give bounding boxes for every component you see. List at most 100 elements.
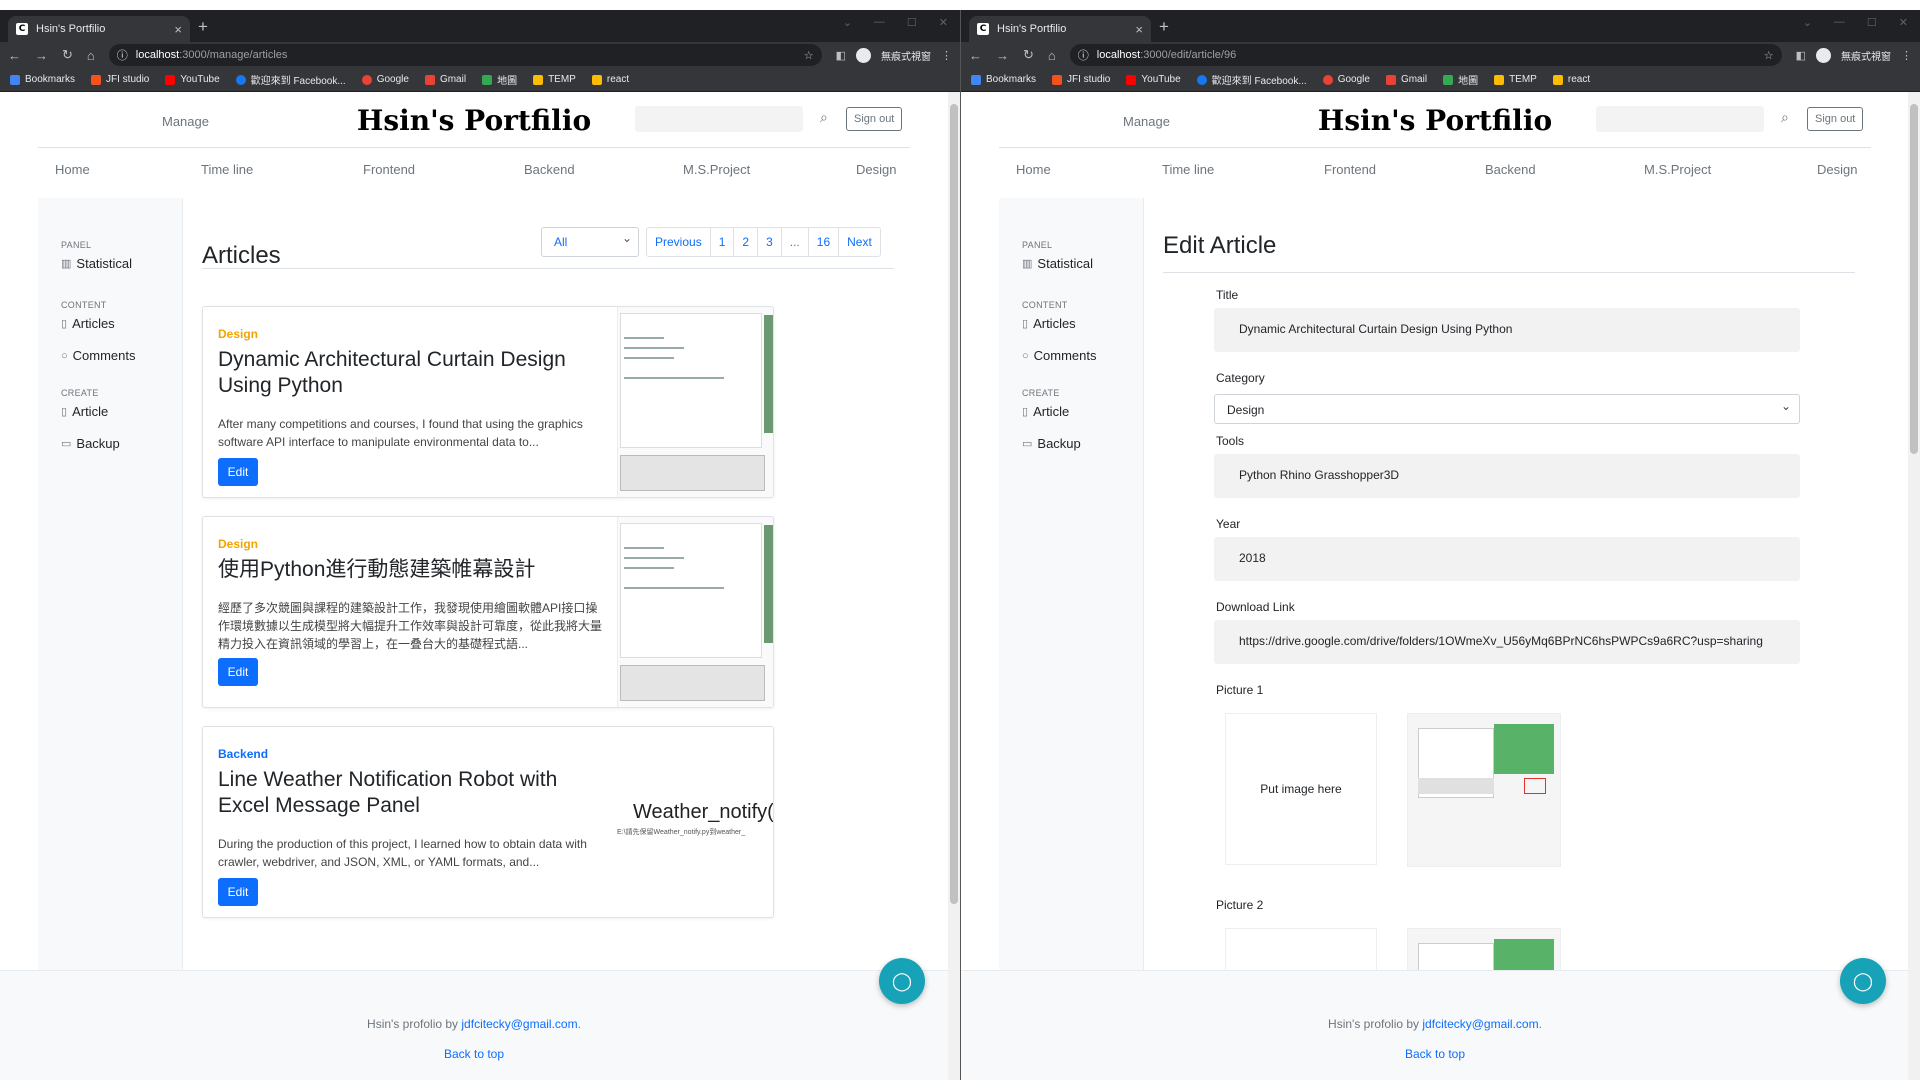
- category-select[interactable]: Design: [1214, 394, 1800, 424]
- info-icon[interactable]: ⓘ: [1078, 47, 1089, 63]
- minimize-icon[interactable]: —: [1834, 16, 1845, 29]
- bookmark-item[interactable]: YouTube: [1126, 74, 1181, 85]
- address-bar[interactable]: ⓘ localhost:3000/manage/articles ☆: [108, 44, 822, 66]
- scrollbar[interactable]: [948, 92, 960, 1080]
- pager-page[interactable]: 3: [757, 228, 781, 256]
- sign-out-button[interactable]: Sign out: [846, 107, 903, 131]
- scrollbar-thumb[interactable]: [950, 104, 958, 904]
- article-category[interactable]: Backend: [218, 747, 268, 761]
- pager-previous[interactable]: Previous: [647, 228, 710, 256]
- sidebar-item-create-article[interactable]: ▯ Article: [61, 404, 182, 419]
- search-icon[interactable]: ⌕: [820, 109, 828, 126]
- new-tab-button[interactable]: +: [198, 17, 208, 37]
- profile-label[interactable]: 無痕式視窗: [881, 48, 931, 63]
- pager-page[interactable]: 16: [807, 228, 838, 256]
- side-panel-icon[interactable]: ◧: [836, 49, 846, 62]
- tab-close-icon[interactable]: ×: [174, 22, 182, 37]
- sidebar-item-backup[interactable]: ▭ Backup: [1022, 436, 1143, 451]
- category-filter-select[interactable]: All: [541, 227, 639, 257]
- nav-backend[interactable]: Backend: [1485, 162, 1536, 177]
- nav-timeline[interactable]: Time line: [1162, 162, 1214, 177]
- bookmark-item[interactable]: Google: [1322, 74, 1370, 85]
- bookmark-item[interactable]: Gmail: [424, 74, 466, 85]
- edit-button[interactable]: Edit: [218, 878, 258, 906]
- home-icon[interactable]: ⌂: [1048, 48, 1056, 63]
- nav-ms-project[interactable]: M.S.Project: [683, 162, 750, 177]
- pager-next[interactable]: Next: [838, 228, 880, 256]
- picture1-dropzone[interactable]: Put image here: [1225, 713, 1377, 865]
- nav-frontend[interactable]: Frontend: [363, 162, 415, 177]
- nav-timeline[interactable]: Time line: [201, 162, 253, 177]
- sign-out-button[interactable]: Sign out: [1807, 107, 1864, 131]
- star-icon[interactable]: ☆: [804, 49, 814, 62]
- forward-icon[interactable]: →: [996, 48, 1009, 63]
- article-category[interactable]: Design: [218, 327, 258, 341]
- sidebar-item-create-article[interactable]: ▯ Article: [1022, 404, 1143, 419]
- browser-tab[interactable]: C Hsin's Portfilio ×: [8, 16, 190, 42]
- maximize-icon[interactable]: ☐: [907, 16, 917, 29]
- back-to-top-link[interactable]: Back to top: [961, 1047, 1909, 1061]
- tab-close-icon[interactable]: ×: [1135, 22, 1143, 37]
- new-tab-button[interactable]: +: [1159, 17, 1169, 37]
- close-window-icon[interactable]: ✕: [1899, 16, 1908, 29]
- year-input[interactable]: 2018: [1214, 537, 1800, 581]
- article-title[interactable]: 使用Python進行動態建築帷幕設計: [218, 557, 596, 583]
- browser-tab[interactable]: C Hsin's Portfilio ×: [969, 16, 1151, 42]
- footer-email-link[interactable]: jdfcitecky@gmail.com: [1422, 1017, 1538, 1031]
- menu-icon[interactable]: ⋮: [941, 49, 952, 62]
- bookmark-item[interactable]: Bookmarks: [10, 74, 75, 85]
- bookmark-item[interactable]: TEMP: [1494, 74, 1537, 85]
- bookmark-item[interactable]: JFI studio: [1052, 74, 1110, 85]
- pager-page[interactable]: 2: [733, 228, 757, 256]
- sidebar-item-statistical[interactable]: ▥ Statistical: [1022, 256, 1143, 271]
- incognito-avatar-icon[interactable]: [1816, 47, 1831, 63]
- bookmark-item[interactable]: 地圖: [482, 72, 517, 87]
- back-icon[interactable]: ←: [8, 48, 21, 63]
- close-window-icon[interactable]: ✕: [939, 16, 948, 29]
- sidebar-item-comments[interactable]: ○ Comments: [61, 348, 182, 363]
- reload-icon[interactable]: ↻: [62, 47, 73, 63]
- back-to-top-link[interactable]: Back to top: [0, 1047, 948, 1061]
- bookmark-item[interactable]: react: [591, 74, 629, 85]
- sidebar-item-backup[interactable]: ▭ Backup: [61, 436, 182, 451]
- download-link-input[interactable]: https://drive.google.com/drive/folders/1…: [1214, 620, 1800, 664]
- edit-button[interactable]: Edit: [218, 458, 258, 486]
- bookmark-item[interactable]: 歡迎來到 Facebook...: [235, 72, 346, 87]
- sidebar-item-articles[interactable]: ▯ Articles: [61, 316, 182, 331]
- chat-bubble-icon[interactable]: ◯: [879, 958, 925, 1004]
- scrollbar-thumb[interactable]: [1910, 104, 1918, 454]
- nav-frontend[interactable]: Frontend: [1324, 162, 1376, 177]
- header-search-input[interactable]: [1596, 106, 1764, 132]
- chat-bubble-icon[interactable]: ◯: [1840, 958, 1886, 1004]
- bookmark-item[interactable]: Google: [361, 74, 409, 85]
- sidebar-item-articles[interactable]: ▯ Articles: [1022, 316, 1143, 331]
- bookmark-item[interactable]: YouTube: [165, 74, 220, 85]
- article-category[interactable]: Design: [218, 537, 258, 551]
- incognito-avatar-icon[interactable]: [856, 47, 871, 63]
- info-icon[interactable]: ⓘ: [117, 47, 128, 63]
- scrollbar[interactable]: [1908, 92, 1920, 1080]
- bookmark-item[interactable]: 地圖: [1443, 72, 1478, 87]
- nav-home[interactable]: Home: [55, 162, 90, 177]
- minimize-icon[interactable]: —: [874, 16, 885, 29]
- article-title[interactable]: Line Weather Notification Robot with Exc…: [218, 767, 596, 819]
- sidebar-item-statistical[interactable]: ▥ Statistical: [61, 256, 182, 271]
- profile-label[interactable]: 無痕式視窗: [1841, 48, 1891, 63]
- nav-home[interactable]: Home: [1016, 162, 1051, 177]
- nav-design[interactable]: Design: [1817, 162, 1857, 177]
- dropdown-icon[interactable]: ⌄: [843, 16, 852, 29]
- pager-page[interactable]: 1: [709, 228, 734, 256]
- bookmark-item[interactable]: 歡迎來到 Facebook...: [1196, 72, 1307, 87]
- menu-icon[interactable]: ⋮: [1901, 49, 1912, 62]
- star-icon[interactable]: ☆: [1764, 49, 1774, 62]
- address-bar[interactable]: ⓘ localhost:3000/edit/article/96 ☆: [1069, 44, 1782, 66]
- nav-ms-project[interactable]: M.S.Project: [1644, 162, 1711, 177]
- home-icon[interactable]: ⌂: [87, 48, 95, 63]
- bookmark-item[interactable]: TEMP: [533, 74, 576, 85]
- maximize-icon[interactable]: ☐: [1867, 16, 1877, 29]
- header-search-input[interactable]: [635, 106, 803, 132]
- footer-email-link[interactable]: jdfcitecky@gmail.com: [461, 1017, 577, 1031]
- search-icon[interactable]: ⌕: [1781, 109, 1789, 126]
- title-input[interactable]: Dynamic Architectural Curtain Design Usi…: [1214, 308, 1800, 352]
- bookmark-item[interactable]: Bookmarks: [971, 74, 1036, 85]
